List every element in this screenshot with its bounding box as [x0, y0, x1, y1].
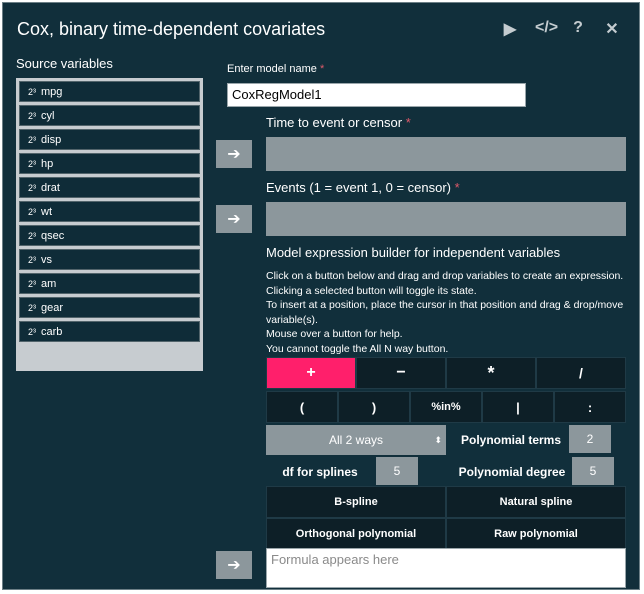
- in-operator-button[interactable]: %in%: [410, 391, 482, 423]
- open-paren-button[interactable]: (: [266, 391, 338, 423]
- source-variable-item[interactable]: 2³ gear: [19, 297, 200, 318]
- multiply-operator-button[interactable]: *: [446, 357, 536, 389]
- help-icon[interactable]: ?: [569, 19, 587, 39]
- dialog-title: Cox, binary time-dependent covariates: [17, 19, 326, 39]
- source-variable-label: wt: [41, 205, 53, 218]
- raw-polynomial-button[interactable]: Raw polynomial: [446, 518, 626, 550]
- help-line: You cannot toggle the All N way button.: [266, 342, 449, 355]
- plus-operator-button[interactable]: +: [266, 357, 356, 389]
- dialog: Cox, binary time-dependent covariates ▶ …: [2, 2, 640, 590]
- source-variable-item[interactable]: 2³ am: [19, 273, 200, 294]
- divide-operator-button[interactable]: /: [536, 357, 626, 389]
- scale-icon: 2³: [28, 182, 37, 193]
- source-variable-label: am: [41, 277, 57, 290]
- events-label: Events (1 = event 1, 0 = censor) *: [266, 180, 460, 195]
- close-icon[interactable]: ✕: [603, 19, 621, 39]
- help-line: To insert at a position, place the curso…: [266, 299, 624, 326]
- events-drop-field[interactable]: [266, 202, 626, 236]
- source-variable-item[interactable]: 2³ qsec: [19, 225, 200, 246]
- model-name-label: Enter model name *: [227, 63, 325, 75]
- help-line: Mouse over a button for help.: [266, 328, 403, 340]
- polynomial-degree-input[interactable]: 5: [572, 457, 614, 485]
- play-icon[interactable]: ▶: [501, 19, 519, 39]
- source-variable-label: cyl: [41, 109, 55, 122]
- source-variable-item[interactable]: 2³ drat: [19, 177, 200, 198]
- scale-icon: 2³: [28, 206, 37, 217]
- events-move-button[interactable]: ➔: [216, 205, 252, 233]
- all-ways-label: All 2 ways: [328, 433, 384, 447]
- code-icon[interactable]: </>: [535, 19, 558, 39]
- scale-icon: 2³: [28, 86, 37, 97]
- scale-icon: 2³: [28, 302, 37, 313]
- minus-operator-button[interactable]: −: [356, 357, 446, 389]
- scale-icon: 2³: [28, 278, 37, 289]
- source-variable-item[interactable]: 2³ cyl: [19, 105, 200, 126]
- source-variable-label: carb: [41, 325, 63, 338]
- polynomial-terms-input[interactable]: 2: [569, 425, 611, 453]
- source-variable-label: hp: [41, 157, 54, 170]
- operator-row-2: ( ) %in% | :: [266, 391, 626, 423]
- source-variable-label: gear: [41, 301, 64, 314]
- source-variable-label: mpg: [41, 85, 63, 98]
- source-variables-title: Source variables: [16, 56, 113, 71]
- polynomial-terms-label: Polynomial terms: [460, 433, 562, 447]
- close-paren-button[interactable]: ): [338, 391, 410, 423]
- formula-move-button[interactable]: ➔: [216, 551, 252, 579]
- help-line: Click on a button below and drag and dro…: [266, 270, 624, 282]
- model-name-input[interactable]: CoxRegModel1: [227, 83, 526, 107]
- source-variables-list[interactable]: 2³ mpg 2³ cyl 2³ disp 2³ hp 2³ drat 2³ wt 2³ qsec 2³ vs…: [16, 78, 203, 371]
- source-variable-label: vs: [41, 253, 53, 266]
- formula-textarea[interactable]: Formula appears here: [266, 548, 626, 588]
- builder-title: Model expression builder for independent…: [266, 245, 561, 260]
- source-variable-item[interactable]: 2³ mpg: [19, 81, 200, 102]
- natural-spline-button[interactable]: Natural spline: [446, 486, 626, 518]
- source-variable-item[interactable]: 2³ disp: [19, 129, 200, 150]
- time-label: Time to event or censor *: [266, 115, 411, 130]
- df-splines-label: df for splines: [282, 465, 358, 479]
- source-variable-label: drat: [41, 181, 60, 194]
- scale-icon: 2³: [28, 230, 37, 241]
- source-variable-label: qsec: [41, 229, 65, 242]
- scale-icon: 2³: [28, 158, 37, 169]
- time-move-button[interactable]: ➔: [216, 140, 252, 168]
- builder-help-text: Click on a button below and drag and dro…: [266, 269, 628, 356]
- scale-icon: 2³: [28, 254, 37, 265]
- source-variable-label: disp: [41, 133, 62, 146]
- time-drop-field[interactable]: [266, 137, 626, 171]
- colon-operator-button[interactable]: :: [554, 391, 626, 423]
- orthogonal-polynomial-button[interactable]: Orthogonal polynomial: [266, 518, 446, 550]
- source-variable-item[interactable]: 2³ hp: [19, 153, 200, 174]
- source-variable-item[interactable]: 2³ carb: [19, 321, 200, 342]
- polynomial-degree-label: Polynomial degree: [458, 465, 566, 479]
- help-line: Clicking a selected button will toggle i…: [266, 284, 477, 297]
- bspline-button[interactable]: B-spline: [266, 486, 446, 518]
- scale-icon: 2³: [28, 110, 37, 121]
- operator-row-1: + − * /: [266, 357, 626, 389]
- scale-icon: 2³: [28, 326, 37, 337]
- df-splines-input[interactable]: 5: [376, 457, 418, 485]
- dialog-toolbar: ▶ </> ? ✕: [501, 19, 621, 39]
- scale-icon: 2³: [28, 134, 37, 145]
- select-arrows-icon: ⬍: [434, 434, 442, 445]
- pipe-operator-button[interactable]: |: [482, 391, 554, 423]
- source-variable-item[interactable]: 2³ vs: [19, 249, 200, 270]
- all-n-ways-select[interactable]: All 2 ways ⬍: [266, 425, 446, 455]
- source-variable-item[interactable]: 2³ wt: [19, 201, 200, 222]
